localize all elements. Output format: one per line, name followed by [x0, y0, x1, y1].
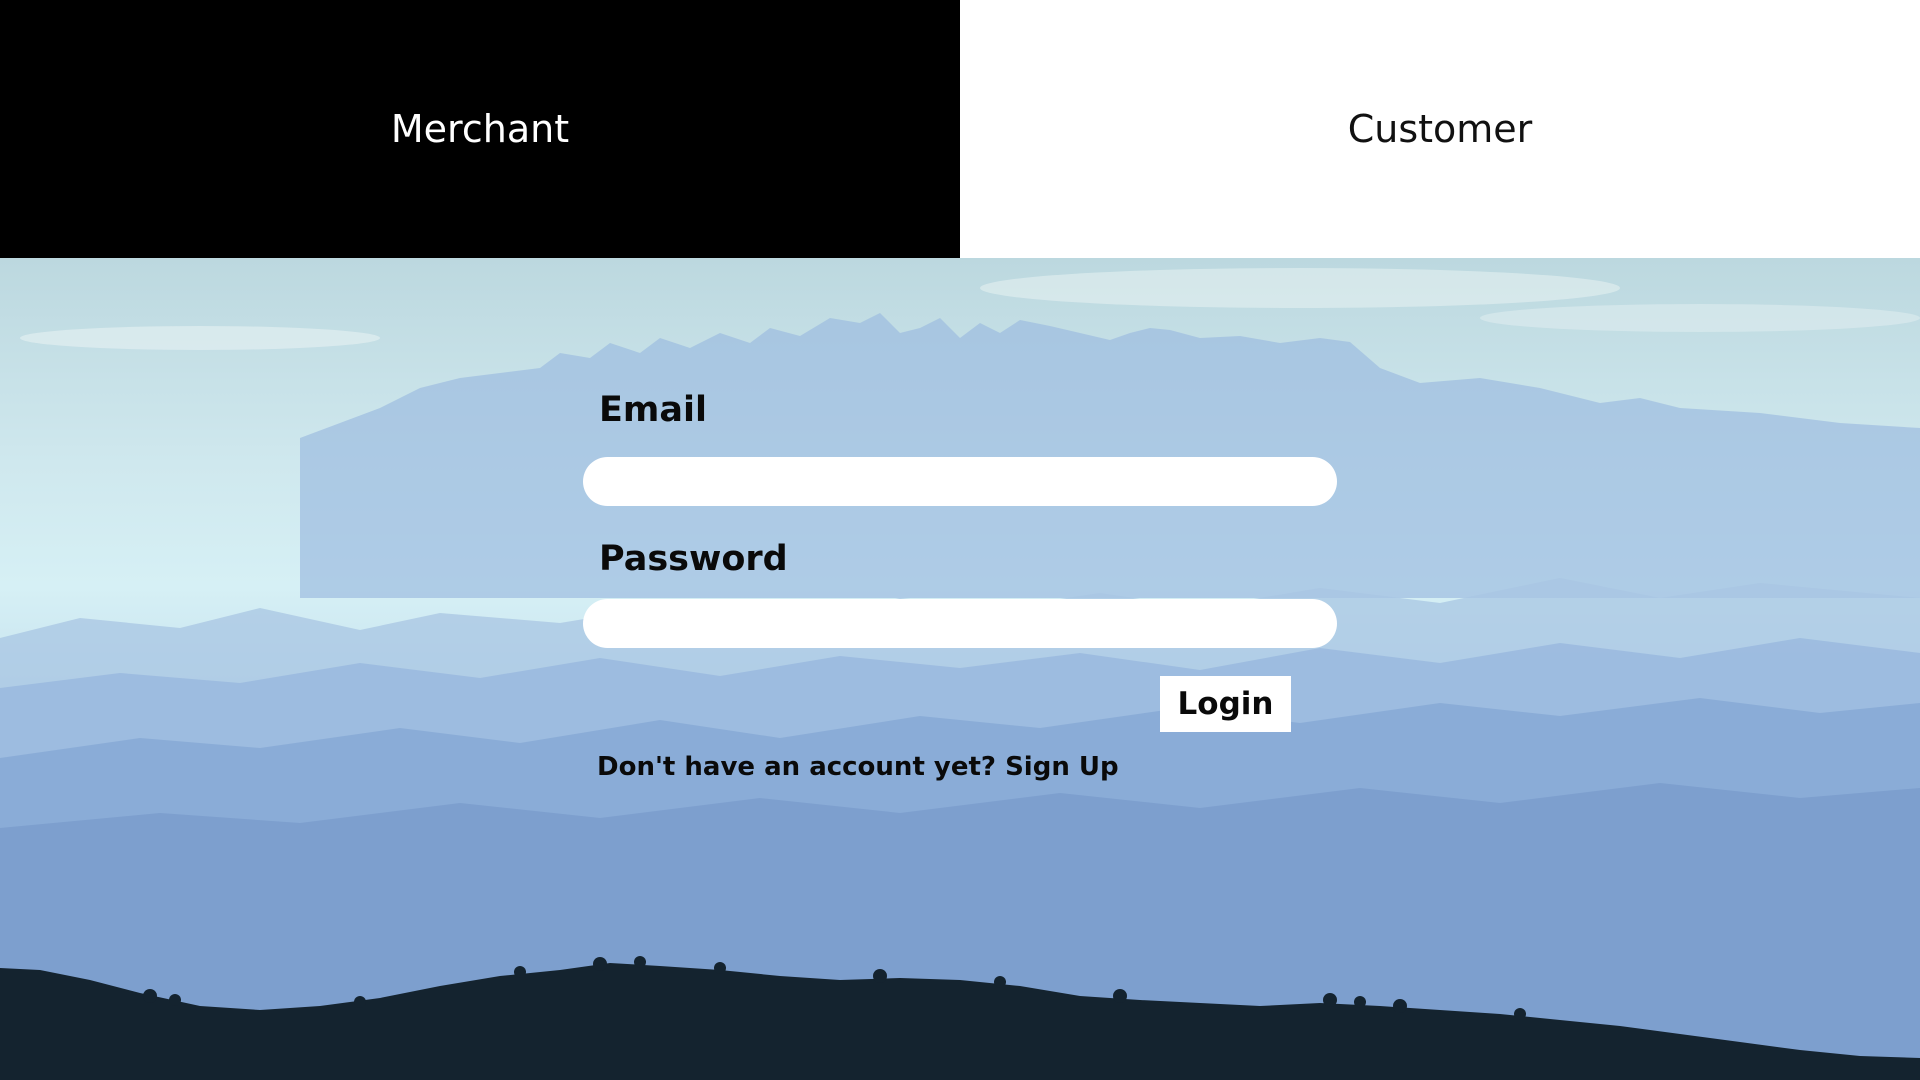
login-button[interactable]: Login: [1160, 676, 1291, 732]
signup-prompt-text: Don't have an account yet?: [597, 752, 1006, 782]
signup-link[interactable]: Sign Up: [1005, 752, 1119, 782]
email-label: Email: [599, 390, 707, 430]
login-form: Email Password Login Don't have an accou…: [0, 0, 1920, 1080]
password-field[interactable]: [583, 599, 1337, 648]
password-label: Password: [599, 539, 788, 579]
signup-prompt-row: Don't have an account yet? Sign Up: [597, 752, 1119, 782]
email-field[interactable]: [583, 457, 1337, 506]
